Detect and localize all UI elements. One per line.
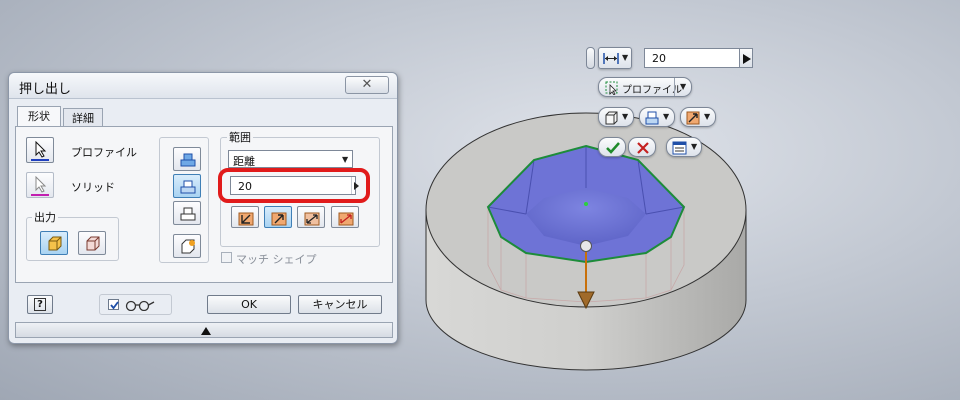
chevron-down-icon: ▼	[704, 112, 711, 121]
dialog-options-icon	[672, 141, 687, 155]
play-arrow-icon	[743, 54, 751, 64]
ok-button[interactable]: OK	[207, 295, 291, 314]
solid-output-icon	[605, 111, 618, 125]
mini-distance-arrow-button[interactable]	[739, 48, 753, 68]
checkmark-icon	[110, 301, 119, 310]
profile-select-button[interactable]	[26, 137, 54, 163]
expand-collapse-bar[interactable]	[15, 322, 393, 338]
ok-label: OK	[241, 298, 257, 311]
chevron-down-icon: ▼	[342, 155, 349, 164]
chevron-down-icon: ▼	[622, 53, 629, 62]
range-type-value: 距離	[233, 155, 255, 168]
intersect-button[interactable]	[173, 201, 201, 225]
asymmetric-button[interactable]	[331, 206, 359, 228]
range-type-dropdown[interactable]: 距離 ▼	[228, 150, 353, 168]
join-icon	[180, 153, 196, 167]
check-icon	[606, 142, 620, 154]
apply-button[interactable]	[598, 137, 626, 157]
distance-drag-handle	[580, 240, 592, 252]
cut-icon	[180, 180, 196, 194]
chevron-down-icon: ▼	[663, 112, 670, 121]
symmetric-button[interactable]	[297, 206, 325, 228]
chevron-down-icon: ▼	[622, 112, 629, 121]
range-group-label: 範囲	[227, 129, 253, 145]
help-icon: ?	[34, 298, 46, 311]
output-group-label: 出力	[32, 209, 58, 225]
help-button[interactable]: ?	[27, 295, 53, 314]
match-shape-checkbox[interactable]	[221, 252, 232, 263]
direction-dropdown[interactable]: ▼	[680, 107, 716, 127]
distance-highlight-annotation	[218, 168, 370, 203]
direction-icon	[686, 111, 700, 125]
cancel-label: キャンセル	[312, 298, 368, 311]
distance-mode-button[interactable]: ▼	[598, 47, 632, 69]
mini-distance-input[interactable]: 20	[644, 48, 740, 68]
solid-select-button[interactable]	[26, 172, 54, 198]
mini-toolbar: ▼ 20 プロファイル ▼ ▼ ▼ ▼ ▼	[586, 46, 756, 166]
new-solid-icon	[181, 239, 195, 254]
cancel-mini-button[interactable]	[628, 137, 656, 157]
dialog-titlebar[interactable]: 押し出し ✕	[9, 73, 397, 99]
solid-label: ソリッド	[71, 181, 115, 194]
asymmetric-icon	[338, 212, 354, 226]
tab-shape-label: 形状	[28, 110, 50, 123]
mini-distance-value: 20	[652, 52, 666, 65]
profile-select-icon	[605, 81, 618, 95]
tab-shape[interactable]: 形状	[17, 106, 61, 127]
profile-label: プロファイル	[71, 146, 137, 159]
mini-options-dropdown[interactable]: ▼	[666, 137, 702, 157]
dialog-title: 押し出し	[19, 82, 72, 97]
match-shape-label: マッチ シェイプ	[236, 253, 317, 266]
output-surface-button[interactable]	[78, 231, 106, 255]
shape-tab-panel: プロファイル ソリッド 出力 範囲 距離 ▼ 20 マッチ シェイプ	[15, 126, 393, 283]
triangle-up-icon	[201, 327, 211, 335]
direction-1-button[interactable]	[231, 206, 259, 228]
direction-2-icon	[271, 212, 287, 226]
new-solid-button[interactable]	[173, 234, 201, 258]
operation-dropdown[interactable]: ▼	[639, 107, 675, 127]
join-button[interactable]	[173, 147, 201, 171]
direction-1-icon	[238, 212, 254, 226]
mini-toolbar-grip[interactable]	[586, 47, 595, 69]
surface-body-icon	[86, 236, 100, 251]
mini-profile-button[interactable]: プロファイル ▼	[598, 77, 692, 97]
symmetric-icon	[304, 212, 320, 226]
chevron-down-icon: ▼	[680, 82, 687, 91]
tab-detail[interactable]: 詳細	[63, 108, 103, 128]
cut-button[interactable]	[173, 174, 201, 198]
preview-checkbox[interactable]	[108, 299, 119, 310]
close-button[interactable]: ✕	[345, 76, 389, 94]
close-icon: ✕	[361, 77, 373, 92]
chevron-down-icon: ▼	[691, 142, 698, 151]
glasses-icon	[125, 300, 155, 311]
output-solid-button[interactable]	[40, 231, 68, 255]
cursor-arrow-icon	[35, 176, 47, 193]
mini-profile-label: プロファイル	[622, 85, 682, 96]
cursor-arrow-icon	[35, 141, 47, 158]
preview-toggle	[99, 294, 172, 315]
tab-detail-label: 詳細	[72, 112, 94, 125]
direction-2-button[interactable]	[264, 206, 292, 228]
cancel-button[interactable]: キャンセル	[298, 295, 382, 314]
distance-icon	[603, 53, 619, 64]
intersect-icon	[180, 207, 196, 221]
solid-body-icon	[48, 236, 62, 251]
cut-operation-icon	[645, 111, 659, 125]
extrude-dialog: 押し出し ✕ 形状 詳細 プロファイル ソリッド 出力 範囲 距離 ▼ 20 マ…	[8, 72, 398, 344]
close-icon	[637, 142, 649, 154]
output-type-dropdown[interactable]: ▼	[598, 107, 634, 127]
